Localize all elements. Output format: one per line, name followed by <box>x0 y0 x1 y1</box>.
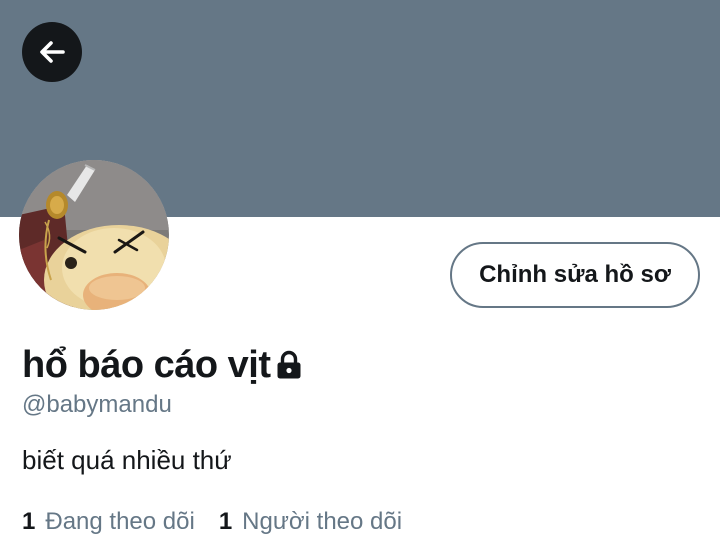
back-button[interactable] <box>22 22 82 82</box>
profile-bio: biết quá nhiều thứ <box>22 445 232 475</box>
profile-page: Chỉnh sửa hồ sơ hổ báo cáo vịt @babymand… <box>0 0 720 555</box>
display-name: hổ báo cáo vịt <box>22 343 271 386</box>
arrow-left-icon <box>40 41 65 63</box>
followers-count: 1 <box>218 508 233 535</box>
lock-icon <box>276 345 302 385</box>
following-stat[interactable]: 1 Đang theo dõi <box>22 508 195 536</box>
followers-label: Người theo dõi <box>242 508 403 535</box>
following-label: Đang theo dõi <box>45 508 195 535</box>
name-row: hổ báo cáo vịt <box>22 340 302 390</box>
profile-avatar[interactable] <box>19 160 169 310</box>
edit-profile-button[interactable]: Chỉnh sửa hồ sơ <box>450 242 700 308</box>
follow-stats: 1 Đang theo dõi 1 Người theo dõi <box>22 508 426 536</box>
profile-handle: @babymandu <box>22 391 172 418</box>
followers-stat[interactable]: 1 Người theo dõi <box>219 508 402 536</box>
avatar-duckling-image <box>19 160 169 310</box>
following-count: 1 <box>22 508 36 535</box>
